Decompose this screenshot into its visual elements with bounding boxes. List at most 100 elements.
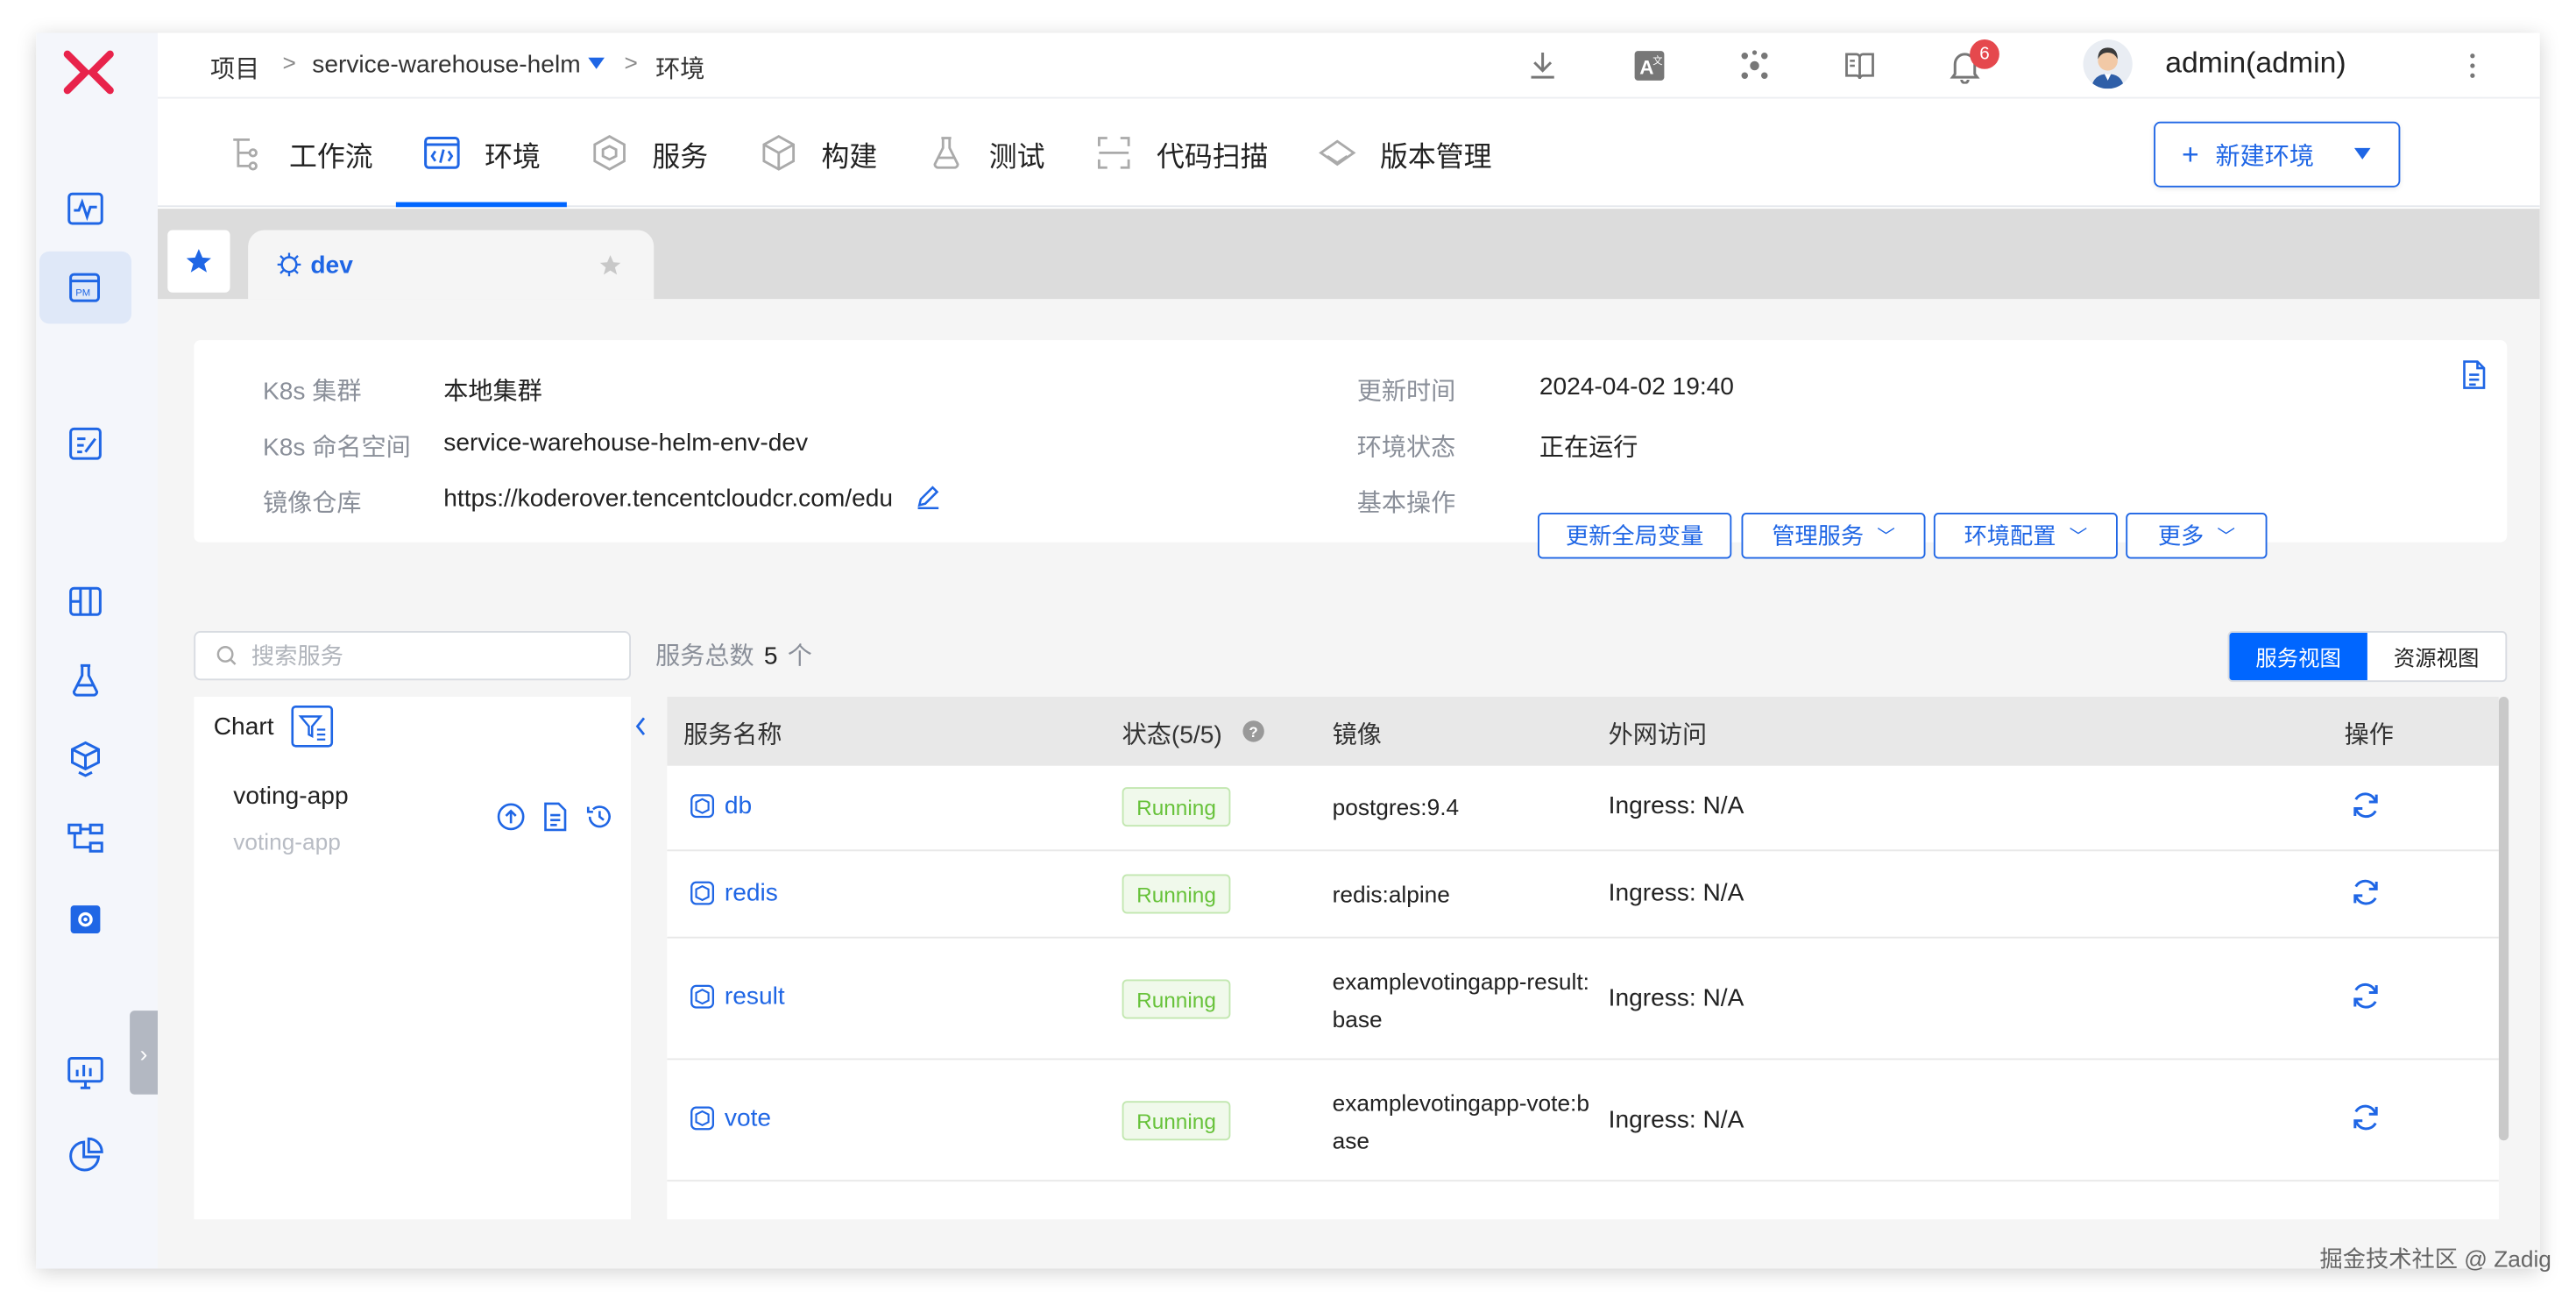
- breadcrumb-project[interactable]: service-warehouse-helm: [312, 51, 580, 79]
- search-input[interactable]: [251, 642, 580, 670]
- more-vertical-icon[interactable]: [2454, 47, 2490, 83]
- sidebar-item-artifacts[interactable]: [39, 723, 131, 796]
- service-view-button[interactable]: 服务视图: [2229, 632, 2367, 681]
- box-icon: [71, 741, 100, 777]
- header-service-name: 服务名称: [683, 721, 782, 749]
- resource-view-button[interactable]: 资源视图: [2367, 633, 2506, 680]
- tab-code-scan[interactable]: 代码扫描: [1094, 99, 1269, 208]
- user-name[interactable]: admin(admin): [2165, 46, 2346, 81]
- document-icon[interactable]: [541, 802, 570, 832]
- sidebar-item-resources[interactable]: [39, 802, 131, 875]
- more-button[interactable]: 更多 ﹀: [2126, 513, 2268, 559]
- new-environment-button[interactable]: + 新建环境: [2154, 121, 2401, 188]
- chevron-down-icon: ﹀: [2217, 527, 2235, 548]
- tab-workflow[interactable]: 工作流: [227, 99, 373, 208]
- chevron-left-icon[interactable]: [633, 713, 649, 740]
- upgrade-icon[interactable]: [496, 802, 526, 832]
- environment-tab-dev[interactable]: dev: [248, 230, 655, 300]
- breadcrumb-separator: >: [282, 49, 296, 76]
- help-icon[interactable]: ?: [1242, 720, 1265, 742]
- tab-test[interactable]: 测试: [927, 99, 1045, 208]
- env-status-label: 环境状态: [1356, 434, 1456, 462]
- restart-icon[interactable]: [2349, 1101, 2382, 1134]
- header-image: 镜像: [1332, 721, 1382, 749]
- search-icon: [216, 646, 237, 665]
- updated-label: 更新时间: [1356, 378, 1456, 407]
- service-link-result[interactable]: result: [690, 982, 785, 1011]
- flask-icon: [933, 137, 959, 169]
- svg-text:PM: PM: [75, 288, 90, 299]
- caret-down-icon: [2353, 147, 2370, 160]
- new-environment-label: 新建环境: [2215, 142, 2314, 171]
- translate-icon[interactable]: A文: [1631, 47, 1667, 83]
- scan-icon: [1097, 137, 1130, 169]
- tab-label: 工作流: [289, 140, 373, 172]
- service-icon: [690, 794, 715, 819]
- favorite-filter-button[interactable]: [167, 230, 230, 293]
- restart-icon[interactable]: [2349, 876, 2382, 909]
- caret-down-icon[interactable]: [588, 57, 605, 71]
- grid-icon: [69, 586, 102, 616]
- sidebar-item-monitor-screen[interactable]: [39, 1037, 131, 1110]
- sidebar-item-statistics[interactable]: [39, 1119, 131, 1192]
- tab-label: 构建: [821, 140, 878, 172]
- breadcrumb-current: 环境: [655, 55, 705, 84]
- service-name: result: [724, 982, 785, 1011]
- service-link-vote[interactable]: vote: [690, 1104, 772, 1132]
- service-link-db[interactable]: db: [690, 792, 752, 820]
- sidebar-item-release[interactable]: [39, 408, 131, 480]
- sidebar-item-settings[interactable]: [39, 883, 131, 955]
- network-icon[interactable]: [1737, 47, 1773, 83]
- restart-icon[interactable]: [2349, 789, 2382, 822]
- ingress-value: Ingress: N/A: [1608, 879, 1744, 907]
- chevron-down-icon: ﹀: [1877, 527, 1895, 548]
- service-link-redis[interactable]: redis: [690, 879, 778, 907]
- environment-tab-bar: dev: [158, 209, 2540, 300]
- tab-label: 版本管理: [1380, 140, 1492, 172]
- chart-panel-title: Chart: [213, 713, 274, 741]
- service-icon: [690, 881, 715, 905]
- sidebar-item-testing[interactable]: [39, 644, 131, 717]
- service-name: vote: [724, 1104, 772, 1132]
- tab-build[interactable]: 构建: [759, 99, 877, 208]
- breadcrumb-projects[interactable]: 项目: [210, 51, 259, 85]
- manage-services-button[interactable]: 管理服务 ﹀: [1741, 513, 1926, 559]
- sidebar-item-projects[interactable]: PM: [39, 251, 131, 324]
- environment-name: dev: [310, 251, 353, 280]
- table-row: vote Running examplevotingapp-vote:base …: [667, 1061, 2499, 1182]
- book-icon[interactable]: [1842, 47, 1878, 83]
- document-icon[interactable]: [2461, 360, 2488, 390]
- update-global-vars-label: 更新全局变量: [1565, 522, 1704, 550]
- tab-environment[interactable]: 环境: [395, 99, 567, 208]
- tree-icon: [67, 823, 103, 853]
- cluster-value: 本地集群: [443, 378, 542, 407]
- table-scrollbar[interactable]: [2498, 697, 2509, 1141]
- zadig-logo[interactable]: [60, 49, 119, 96]
- tab-version[interactable]: 版本管理: [1318, 99, 1492, 208]
- update-global-vars-button[interactable]: 更新全局变量: [1538, 513, 1732, 559]
- star-icon: [186, 249, 211, 273]
- sidebar-item-monitor[interactable]: [39, 173, 131, 245]
- document-edit-icon: [69, 427, 102, 460]
- cluster-label: K8s 集群: [263, 378, 362, 407]
- service-total-count: 5: [763, 642, 778, 670]
- history-icon[interactable]: [585, 802, 615, 832]
- env-config-button[interactable]: 环境配置 ﹀: [1933, 513, 2118, 559]
- status-badge: Running: [1122, 874, 1231, 914]
- avatar[interactable]: [2083, 39, 2133, 89]
- star-outline-icon[interactable]: [598, 253, 623, 278]
- ingress-value: Ingress: N/A: [1608, 791, 1744, 820]
- edit-icon[interactable]: [914, 481, 944, 511]
- namespace-value: service-warehouse-helm-env-dev: [443, 429, 809, 457]
- more-label: 更多: [2157, 522, 2204, 550]
- flask-icon: [72, 663, 99, 697]
- filter-icon[interactable]: [291, 705, 334, 748]
- download-icon[interactable]: [1525, 47, 1560, 83]
- image-name: examplevotingapp-vote:base: [1332, 1089, 1589, 1154]
- sidebar-expand-tab[interactable]: ›: [130, 1011, 158, 1095]
- chart-app-name[interactable]: voting-app: [233, 783, 348, 811]
- project-icon: PM: [69, 273, 100, 302]
- sidebar-item-dashboard[interactable]: [39, 565, 131, 638]
- restart-icon[interactable]: [2349, 980, 2382, 1013]
- tab-service[interactable]: 服务: [590, 99, 708, 208]
